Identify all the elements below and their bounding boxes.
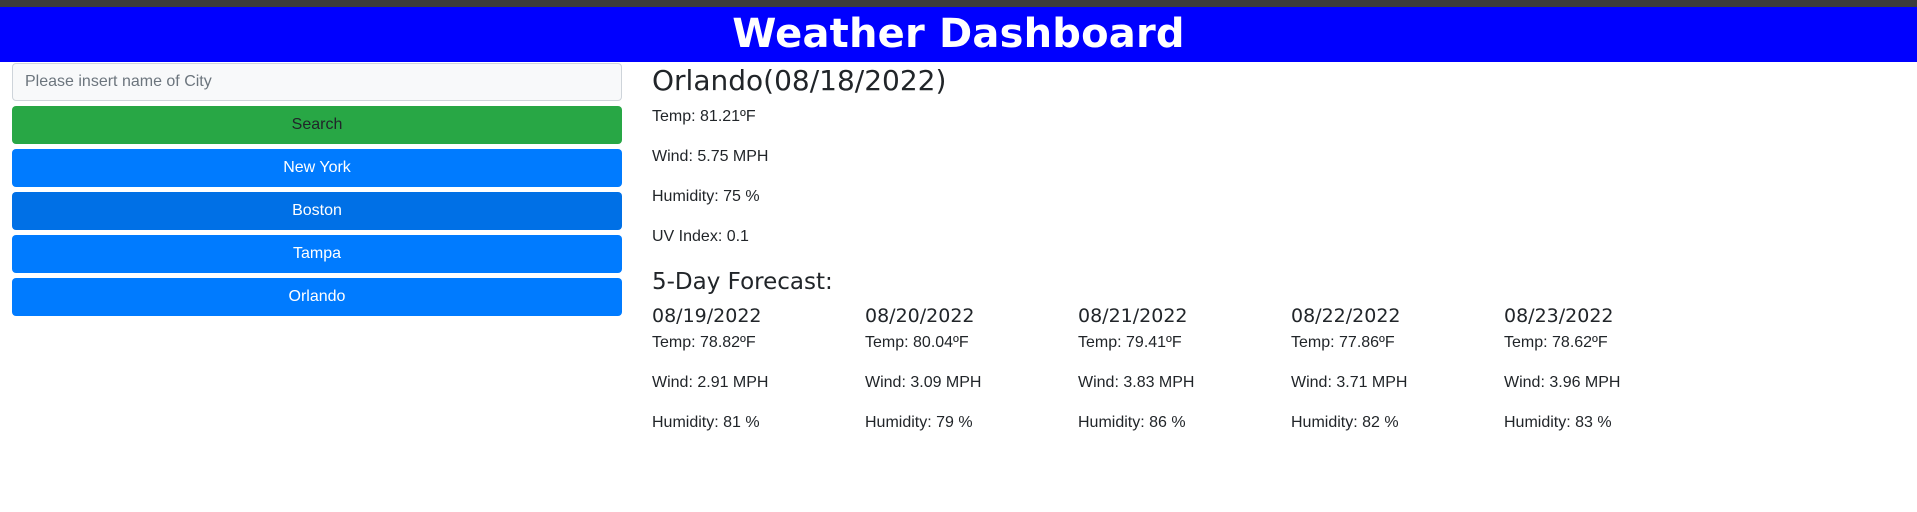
forecast-card: 08/20/2022 Temp: 80.04ºF Wind: 3.09 MPH … — [865, 304, 1078, 454]
page-header: Weather Dashboard — [0, 7, 1917, 62]
forecast-temp: Temp: 79.41ºF — [1078, 334, 1182, 351]
forecast-card: 08/19/2022 Temp: 78.82ºF Wind: 2.91 MPH … — [652, 304, 865, 454]
forecast-wind: Wind: 3.71 MPH — [1291, 374, 1408, 391]
weather-main: Orlando(08/18/2022) Temp: 81.21ºF Wind: … — [652, 62, 1917, 454]
forecast-wind: Wind: 3.96 MPH — [1504, 374, 1621, 391]
forecast-card: 08/23/2022 Temp: 78.62ºF Wind: 3.96 MPH … — [1504, 304, 1717, 454]
five-day-forecast: 5-Day Forecast: 08/19/2022 Temp: 78.82ºF… — [652, 268, 1917, 454]
forecast-humidity: Humidity: 86 % — [1078, 414, 1186, 431]
search-sidebar: Search New York Boston Tampa Orlando — [12, 62, 622, 454]
history-button-new-york[interactable]: New York — [12, 149, 622, 187]
page-content: Search New York Boston Tampa Orlando Orl… — [0, 62, 1917, 454]
forecast-row: 08/19/2022 Temp: 78.82ºF Wind: 2.91 MPH … — [652, 304, 1917, 454]
forecast-wind: Wind: 2.91 MPH — [652, 374, 769, 391]
history-button-orlando[interactable]: Orlando — [12, 278, 622, 316]
forecast-date: 08/22/2022 — [1291, 305, 1401, 327]
forecast-humidity: Humidity: 82 % — [1291, 414, 1399, 431]
forecast-humidity: Humidity: 83 % — [1504, 414, 1612, 431]
forecast-title: 5-Day Forecast: — [652, 269, 833, 295]
current-temp: Temp: 81.21ºF — [652, 108, 756, 125]
city-search-input[interactable] — [12, 63, 622, 101]
search-button[interactable]: Search — [12, 106, 622, 144]
current-humidity: Humidity: 75 % — [652, 188, 760, 205]
forecast-date: 08/23/2022 — [1504, 305, 1614, 327]
forecast-date: 08/19/2022 — [652, 305, 762, 327]
forecast-humidity: Humidity: 79 % — [865, 414, 973, 431]
page-title: Weather Dashboard — [732, 11, 1185, 57]
forecast-temp: Temp: 78.62ºF — [1504, 334, 1608, 351]
history-button-boston[interactable]: Boston — [12, 192, 622, 230]
forecast-date: 08/20/2022 — [865, 305, 975, 327]
window-top-strip — [0, 0, 1917, 7]
forecast-card: 08/22/2022 Temp: 77.86ºF Wind: 3.71 MPH … — [1291, 304, 1504, 454]
forecast-date: 08/21/2022 — [1078, 305, 1188, 327]
history-button-tampa[interactable]: Tampa — [12, 235, 622, 273]
current-uv-index: UV Index: 0.1 — [652, 228, 749, 245]
forecast-wind: Wind: 3.83 MPH — [1078, 374, 1195, 391]
forecast-temp: Temp: 77.86ºF — [1291, 334, 1395, 351]
current-weather: Orlando(08/18/2022) Temp: 81.21ºF Wind: … — [652, 64, 1917, 246]
forecast-card: 08/21/2022 Temp: 79.41ºF Wind: 3.83 MPH … — [1078, 304, 1291, 454]
forecast-humidity: Humidity: 81 % — [652, 414, 760, 431]
current-wind: Wind: 5.75 MPH — [652, 148, 769, 165]
forecast-temp: Temp: 78.82ºF — [652, 334, 756, 351]
forecast-wind: Wind: 3.09 MPH — [865, 374, 982, 391]
current-city-title: Orlando(08/18/2022) — [652, 64, 947, 97]
forecast-temp: Temp: 80.04ºF — [865, 334, 969, 351]
